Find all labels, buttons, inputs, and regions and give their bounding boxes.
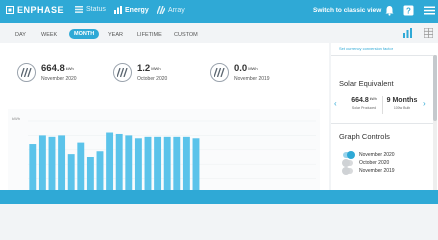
graph-controls-title: Graph Controls xyxy=(339,132,390,141)
nav-array-label: Array xyxy=(168,6,185,14)
chart-bar xyxy=(182,136,190,193)
chart-bar xyxy=(106,132,114,193)
stat-period: November 2019 xyxy=(234,75,270,82)
series-toggle-row[interactable]: November 2019 xyxy=(342,167,395,175)
chart-bar xyxy=(125,135,133,193)
stat-value: 664.8kWh xyxy=(41,62,74,74)
next-arrow-icon[interactable]: › xyxy=(423,99,426,108)
stat-previous: 1.2MWh October 2020 xyxy=(113,63,167,82)
chart-bar xyxy=(38,135,46,193)
switch-classic-view-link[interactable]: Switch to classic view xyxy=(313,7,381,14)
energy-icon xyxy=(113,63,132,82)
series-toggle-row[interactable]: October 2020 xyxy=(342,159,390,167)
chart-bar xyxy=(134,138,142,193)
series-label: November 2019 xyxy=(359,168,395,174)
nav-status-label: Status xyxy=(86,6,106,13)
chart-bar xyxy=(192,138,200,193)
brand-name: ENPHASE xyxy=(17,5,65,15)
bell-icon[interactable] xyxy=(384,5,395,16)
y-axis-label: kWh xyxy=(12,116,20,121)
divider xyxy=(382,96,383,114)
chart-bar xyxy=(154,136,162,193)
stat-value: 0.0MWh xyxy=(234,62,258,74)
chart-bar xyxy=(144,136,152,193)
chart-bar xyxy=(67,154,75,193)
chart-bar xyxy=(77,142,85,193)
series-label: October 2020 xyxy=(359,160,390,166)
status-icon xyxy=(75,6,83,13)
tab-custom[interactable]: CUSTOM xyxy=(174,30,198,40)
chart-bar xyxy=(173,136,181,193)
bar-chart-view-icon[interactable] xyxy=(403,28,412,38)
help-icon[interactable]: ? xyxy=(403,5,414,16)
enphase-logo-icon xyxy=(6,6,14,14)
divider xyxy=(331,55,433,56)
series-label: November 2020 xyxy=(359,152,395,158)
series-toggle-switch[interactable] xyxy=(343,151,355,159)
tab-year[interactable]: YEAR xyxy=(108,30,123,40)
menu-icon[interactable] xyxy=(424,5,435,16)
array-icon xyxy=(157,6,165,14)
tab-lifetime[interactable]: LIFETIME xyxy=(137,30,162,40)
chart-bar xyxy=(48,136,56,193)
solar-equivalent-title: Solar Equivalent xyxy=(339,79,394,88)
chart-bar xyxy=(58,135,66,193)
scrollbar-thumb[interactable] xyxy=(433,55,437,121)
chart-bar xyxy=(29,144,37,193)
chart-bar xyxy=(86,157,94,193)
tab-month[interactable]: MONTH xyxy=(69,29,100,39)
nav-status[interactable]: Status xyxy=(75,6,106,13)
chart-bar xyxy=(163,136,171,193)
table-view-icon[interactable] xyxy=(424,28,433,38)
stat-period: October 2020 xyxy=(137,75,168,82)
nav-energy-label: Energy xyxy=(125,6,149,14)
enphase-logo[interactable]: ENPHASE xyxy=(6,5,64,15)
stat-last-year: 0.0MWh November 2019 xyxy=(210,63,270,82)
series-toggle-switch[interactable] xyxy=(342,159,353,167)
prev-arrow-icon[interactable]: ‹ xyxy=(334,99,337,108)
tab-day[interactable]: DAY xyxy=(15,30,26,40)
energy-icon xyxy=(210,63,229,82)
series-toggle-switch[interactable] xyxy=(342,167,353,175)
divider xyxy=(331,123,433,124)
series-toggle-row[interactable]: November 2020 xyxy=(343,151,395,159)
energy-icon xyxy=(114,6,122,14)
energy-main-panel: 664.8kWh November 2020 1.2MWh October 20… xyxy=(0,43,329,204)
nav-energy[interactable]: Energy xyxy=(114,6,149,14)
stat-value: 1.2MWh xyxy=(137,62,161,74)
stat-period: November 2020 xyxy=(41,75,77,82)
top-navbar: ENPHASE Status Energy Array Switch to cl… xyxy=(0,0,438,23)
solar-produced: 664.8kWh Solar Produced xyxy=(351,97,377,110)
chart-bar xyxy=(115,133,123,193)
bottom-banner xyxy=(0,190,438,204)
tab-week[interactable]: WEEK xyxy=(41,30,57,40)
bulb-equivalent: 9 Months 100w Bulb xyxy=(386,97,418,110)
chart-bar xyxy=(96,151,104,193)
stat-current: 664.8kWh November 2020 xyxy=(17,63,77,82)
right-panel: Set currency conversion factor Solar Equ… xyxy=(331,43,438,204)
nav-array[interactable]: Array xyxy=(157,6,185,14)
currency-conversion-link[interactable]: Set currency conversion factor xyxy=(339,46,393,51)
period-tabs: DAY WEEK MONTH YEAR LIFETIME CUSTOM xyxy=(0,26,330,43)
svg-text:?: ? xyxy=(406,7,411,16)
energy-icon xyxy=(17,63,36,82)
